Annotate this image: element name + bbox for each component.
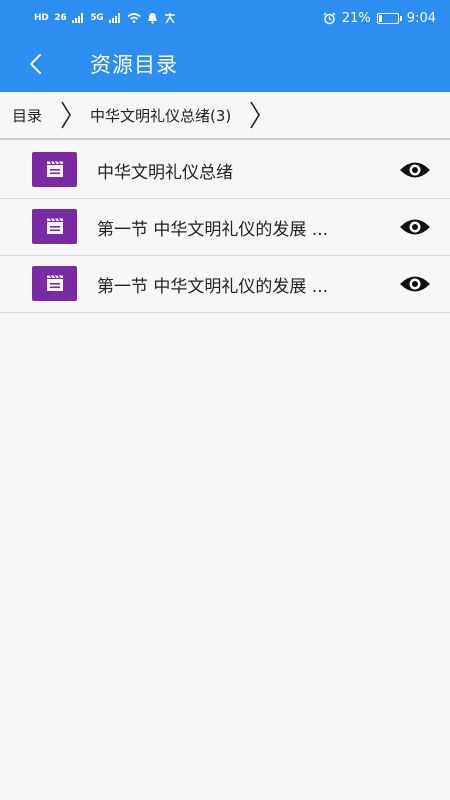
eye-icon[interactable]: [398, 158, 432, 182]
back-button[interactable]: [0, 36, 70, 92]
page-title: 资源目录: [90, 53, 178, 77]
eye-icon[interactable]: [398, 215, 432, 239]
clapperboard-icon: [32, 152, 77, 187]
breadcrumb-separator-end: [249, 100, 261, 130]
chevron-right-icon: [61, 101, 71, 129]
signal-bars-icon-2: [109, 13, 121, 23]
alarm-icon: [323, 12, 336, 24]
clock: 9:04: [406, 10, 436, 26]
chevron-right-icon: [250, 101, 261, 129]
battery-fill: [378, 14, 383, 22]
list-item[interactable]: 第一节 中华文明礼仪的发展 ...: [0, 199, 450, 256]
signal-indicator-1: 26: [54, 13, 67, 23]
battery-percent: 21%: [341, 10, 371, 26]
list-item[interactable]: 第一节 中华文明礼仪的发展 ...: [0, 256, 450, 313]
breadcrumb: 目录 中华文明礼仪总绪(3): [0, 92, 450, 140]
list-item[interactable]: 中华文明礼仪总绪: [0, 142, 450, 199]
resource-list: 中华文明礼仪总绪 第一节 中华文明礼仪的发展 ... 第一节 中华文明礼仪的发展…: [0, 142, 450, 313]
eye-icon[interactable]: [398, 272, 432, 296]
app-notification-icon: [165, 13, 176, 24]
item-title: 第一节 中华文明礼仪的发展 ...: [97, 219, 329, 240]
wifi-icon: [127, 13, 141, 23]
breadcrumb-separator: [60, 100, 72, 130]
notification-bell-icon: [148, 13, 158, 24]
battery-icon: [376, 12, 402, 24]
signal-indicator-2: 5G: [90, 13, 104, 23]
chevron-left-icon: [30, 54, 41, 74]
item-title: 中华文明礼仪总绪: [97, 162, 233, 183]
breadcrumb-root[interactable]: 目录: [12, 105, 42, 126]
status-left: HD 26 5G: [34, 12, 176, 24]
signal-bars-icon: [72, 13, 84, 23]
app-header: 资源目录: [0, 36, 450, 92]
status-bar: HD 26 5G 21% 9:04: [0, 0, 450, 36]
breadcrumb-current[interactable]: 中华文明礼仪总绪(3): [90, 105, 231, 126]
clapperboard-icon: [32, 266, 77, 301]
hd-indicator: HD: [34, 13, 49, 23]
status-right: 21% 9:04: [323, 11, 436, 26]
item-title: 第一节 中华文明礼仪的发展 ...: [97, 276, 329, 297]
clapperboard-icon: [32, 209, 77, 244]
